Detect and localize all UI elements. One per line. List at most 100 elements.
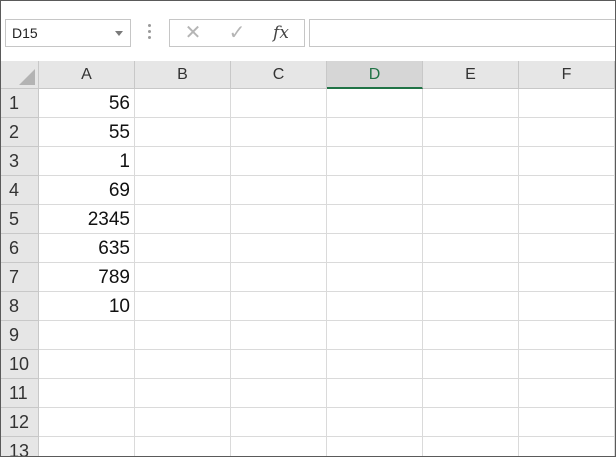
cell-d13[interactable] — [327, 437, 423, 456]
cell-b9[interactable] — [135, 321, 231, 350]
cell-d9[interactable] — [327, 321, 423, 350]
cell-a10[interactable] — [39, 350, 135, 379]
cell-c13[interactable] — [231, 437, 327, 456]
cell-f5[interactable] — [519, 205, 615, 234]
cell-c4[interactable] — [231, 176, 327, 205]
cell-d12[interactable] — [327, 408, 423, 437]
cell-e8[interactable] — [423, 292, 519, 321]
row-header-7[interactable]: 7 — [1, 263, 39, 292]
cell-a5[interactable]: 2345 — [39, 205, 135, 234]
cell-d3[interactable] — [327, 147, 423, 176]
cell-e9[interactable] — [423, 321, 519, 350]
row-header-10[interactable]: 10 — [1, 350, 39, 379]
cell-a9[interactable] — [39, 321, 135, 350]
row-header-1[interactable]: 1 — [1, 89, 39, 118]
cell-e3[interactable] — [423, 147, 519, 176]
row-header-6[interactable]: 6 — [1, 234, 39, 263]
row-header-13[interactable]: 13 — [1, 437, 39, 456]
cell-d11[interactable] — [327, 379, 423, 408]
cell-c12[interactable] — [231, 408, 327, 437]
cell-b10[interactable] — [135, 350, 231, 379]
cell-d8[interactable] — [327, 292, 423, 321]
insert-function-icon[interactable]: fx — [261, 20, 301, 46]
cell-e6[interactable] — [423, 234, 519, 263]
column-header-b[interactable]: B — [135, 61, 231, 89]
cell-c1[interactable] — [231, 89, 327, 118]
cell-f7[interactable] — [519, 263, 615, 292]
cell-a11[interactable] — [39, 379, 135, 408]
cell-d6[interactable] — [327, 234, 423, 263]
cell-b7[interactable] — [135, 263, 231, 292]
cell-c2[interactable] — [231, 118, 327, 147]
row-header-9[interactable]: 9 — [1, 321, 39, 350]
select-all-button[interactable] — [1, 61, 39, 89]
cell-c6[interactable] — [231, 234, 327, 263]
check-icon[interactable]: ✓ — [217, 20, 257, 46]
cell-a12[interactable] — [39, 408, 135, 437]
cell-d1[interactable] — [327, 89, 423, 118]
cell-c5[interactable] — [231, 205, 327, 234]
cell-b8[interactable] — [135, 292, 231, 321]
cell-e5[interactable] — [423, 205, 519, 234]
row-header-8[interactable]: 8 — [1, 292, 39, 321]
row-header-12[interactable]: 12 — [1, 408, 39, 437]
cell-f13[interactable] — [519, 437, 615, 456]
cell-d5[interactable] — [327, 205, 423, 234]
column-header-f[interactable]: F — [519, 61, 615, 89]
cell-f6[interactable] — [519, 234, 615, 263]
formula-input[interactable] — [309, 19, 615, 47]
cell-e11[interactable] — [423, 379, 519, 408]
cell-c10[interactable] — [231, 350, 327, 379]
cell-a4[interactable]: 69 — [39, 176, 135, 205]
column-header-e[interactable]: E — [423, 61, 519, 89]
cell-b5[interactable] — [135, 205, 231, 234]
cell-a2[interactable]: 55 — [39, 118, 135, 147]
cell-f9[interactable] — [519, 321, 615, 350]
cell-c8[interactable] — [231, 292, 327, 321]
cell-f12[interactable] — [519, 408, 615, 437]
cell-d7[interactable] — [327, 263, 423, 292]
column-header-d[interactable]: D — [327, 61, 423, 89]
cell-f8[interactable] — [519, 292, 615, 321]
cell-b1[interactable] — [135, 89, 231, 118]
cell-a8[interactable]: 10 — [39, 292, 135, 321]
cell-a1[interactable]: 56 — [39, 89, 135, 118]
cell-b11[interactable] — [135, 379, 231, 408]
cell-e12[interactable] — [423, 408, 519, 437]
row-header-5[interactable]: 5 — [1, 205, 39, 234]
cell-e7[interactable] — [423, 263, 519, 292]
row-header-11[interactable]: 11 — [1, 379, 39, 408]
cell-f10[interactable] — [519, 350, 615, 379]
row-header-4[interactable]: 4 — [1, 176, 39, 205]
cell-b12[interactable] — [135, 408, 231, 437]
cancel-icon[interactable]: ✕ — [173, 20, 213, 46]
row-header-2[interactable]: 2 — [1, 118, 39, 147]
cell-b6[interactable] — [135, 234, 231, 263]
cell-b2[interactable] — [135, 118, 231, 147]
cell-c7[interactable] — [231, 263, 327, 292]
cell-f1[interactable] — [519, 89, 615, 118]
cell-e4[interactable] — [423, 176, 519, 205]
cell-b13[interactable] — [135, 437, 231, 456]
cell-c11[interactable] — [231, 379, 327, 408]
cell-e1[interactable] — [423, 89, 519, 118]
cell-d2[interactable] — [327, 118, 423, 147]
column-header-c[interactable]: C — [231, 61, 327, 89]
cell-e10[interactable] — [423, 350, 519, 379]
cell-b4[interactable] — [135, 176, 231, 205]
cell-f4[interactable] — [519, 176, 615, 205]
row-header-3[interactable]: 3 — [1, 147, 39, 176]
cell-d10[interactable] — [327, 350, 423, 379]
cell-e13[interactable] — [423, 437, 519, 456]
more-options-icon[interactable] — [148, 24, 152, 42]
cell-f3[interactable] — [519, 147, 615, 176]
cell-d4[interactable] — [327, 176, 423, 205]
cell-b3[interactable] — [135, 147, 231, 176]
cell-c3[interactable] — [231, 147, 327, 176]
cell-c9[interactable] — [231, 321, 327, 350]
cell-a6[interactable]: 635 — [39, 234, 135, 263]
cell-e2[interactable] — [423, 118, 519, 147]
cell-a13[interactable] — [39, 437, 135, 456]
column-header-a[interactable]: A — [39, 61, 135, 89]
cell-f11[interactable] — [519, 379, 615, 408]
